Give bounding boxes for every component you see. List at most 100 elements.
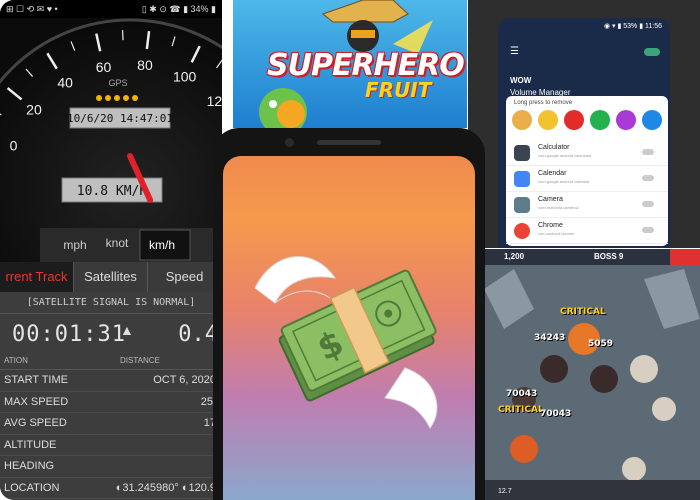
- gauge-label: 40: [57, 74, 73, 90]
- damage-number: CRITICAL: [560, 307, 606, 317]
- quick-app-icons: [512, 110, 662, 130]
- skill-level: 12.7: [498, 488, 512, 495]
- gauge-label: 60: [96, 59, 112, 75]
- app-toggle[interactable]: [642, 227, 654, 233]
- damage-number: 34243: [534, 333, 566, 343]
- gauge-label: 80: [137, 57, 153, 73]
- chrome-icon: [514, 223, 530, 239]
- calendar-icon: [514, 171, 530, 187]
- app-title: WOW: [510, 76, 532, 85]
- status-bar: ◉ ▾ ▮ 53% ▮ 11:56: [498, 18, 670, 36]
- calculator-icon: [514, 145, 530, 161]
- stat-label: START TIME: [4, 374, 68, 386]
- app-name: Calculator: [538, 144, 570, 151]
- distance-icon: ▲: [120, 322, 134, 338]
- stat-row-altitude: ALTITUDE: [0, 435, 222, 456]
- camera-icon: [514, 197, 530, 213]
- gauge-label: 100: [173, 69, 197, 85]
- stat-label: LOCATION: [4, 481, 60, 494]
- status-bar: ⊞ ☐ ⟲ ✉ ♥ • ▯ ✱ ⊙ ☎ ▮ 34% ▮: [0, 0, 222, 18]
- damage-number: 70043: [506, 389, 538, 399]
- list-item[interactable]: Calculator com.google.android.calculator: [506, 140, 668, 166]
- game-subtitle: FRUIT: [365, 78, 432, 102]
- track-details: [SATELLITE SIGNAL IS NORMAL] 00:01:31 AT…: [0, 292, 222, 500]
- battle-game-screenshot: 1,200 BOSS 9 CRITICAL 34243 5059 70043 C…: [484, 249, 700, 500]
- volume-manager-screenshot: ◉ ▾ ▮ 53% ▮ 11:56 ☰ WOW Volume Manager L…: [468, 0, 700, 248]
- stat-row-heading: HEADING: [0, 456, 222, 478]
- long-press-hint: Long press to remove: [514, 100, 573, 106]
- status-right: ▯ ✱ ⊙ ☎ ▮ 34% ▮: [141, 4, 216, 14]
- app-name: Calendar: [538, 170, 567, 177]
- youtube-icon[interactable]: [564, 110, 584, 130]
- speedometer-app-screenshot: ⊞ ☐ ⟲ ✉ ♥ • ▯ ✱ ⊙ ☎ ▮ 34% ▮ 0 20 40 60 80 100…: [0, 0, 222, 500]
- superhero-fruit-banner: SUPERHERO FRUIT: [233, 0, 467, 128]
- skill-bar: 12.7: [484, 480, 700, 500]
- distance-caption: DISTANCE: [120, 356, 160, 365]
- game-hud: 1,200 BOSS 9: [484, 249, 700, 265]
- master-toggle[interactable]: [644, 48, 660, 56]
- app-package: com.google.android.calendar: [538, 179, 590, 184]
- stat-label: AVG SPEED: [4, 417, 67, 429]
- gauge-label: 20: [26, 102, 42, 118]
- speedometer-gauge: 020406080100120140160180200220240260 GPS…: [0, 18, 222, 262]
- signal-status: [SATELLITE SIGNAL IS NORMAL]: [0, 292, 222, 314]
- music-icon[interactable]: [616, 110, 636, 130]
- app-toggle[interactable]: [642, 149, 654, 155]
- gauge-label: 0: [10, 138, 18, 154]
- app-name: Chrome: [538, 222, 563, 229]
- level-indicator: [670, 249, 700, 265]
- app-name: Camera: [538, 196, 563, 203]
- status-left: ⊞ ☐ ⟲ ✉ ♥ •: [6, 4, 58, 14]
- list-item[interactable]: Chrome com.android.chrome: [506, 218, 668, 244]
- play-icon[interactable]: [642, 110, 662, 130]
- speed-readout: 10.8 KM/H: [77, 184, 147, 199]
- app-shortcut-icon[interactable]: [538, 110, 558, 130]
- gps-label: GPS: [108, 78, 127, 88]
- gauge-label: 120: [207, 93, 222, 109]
- damage-number: CRITICAL: [498, 405, 544, 415]
- app-package: com.motorola.camera2: [538, 205, 579, 210]
- stat-value: OCT 6, 2020: [153, 374, 216, 386]
- track-summary: 00:01:31 ATION ▲ 0.4 DISTANCE: [0, 314, 222, 370]
- unit-knot[interactable]: knot: [106, 236, 129, 250]
- unit-mph[interactable]: mph: [63, 238, 86, 252]
- menu-icon[interactable]: ☰: [510, 46, 519, 57]
- app-list-card: Long press to remove Calculator com.goog…: [506, 96, 668, 246]
- stat-label: MAX SPEED: [4, 395, 69, 408]
- damage-number: 5059: [588, 339, 614, 349]
- app-icon-screen: $: [223, 156, 475, 500]
- duration-caption: ATION: [4, 356, 28, 365]
- list-item[interactable]: Camera com.motorola.camera2: [506, 192, 668, 218]
- app-shortcut-icon[interactable]: [512, 110, 532, 130]
- datetime-text: 10/6/20 14:47:01: [67, 112, 173, 125]
- boss-level: BOSS 9: [594, 252, 624, 261]
- damage-number: 70043: [540, 409, 572, 419]
- stat-label: ALTITUDE: [4, 438, 57, 451]
- app-package: com.android.chrome: [538, 231, 575, 236]
- app-toggle[interactable]: [642, 175, 654, 181]
- stat-label: HEADING: [4, 460, 55, 472]
- list-item[interactable]: Calendar com.google.android.calendar: [506, 166, 668, 192]
- app-list: Calculator com.google.android.calculator…: [506, 140, 668, 244]
- gem-count: 1,200: [504, 252, 525, 261]
- phone-mockup: $: [213, 128, 485, 500]
- app-toggle[interactable]: [642, 201, 654, 207]
- tab-satellites[interactable]: Satellites: [74, 262, 148, 292]
- front-camera: [285, 138, 294, 147]
- duration-value: 00:01:31: [12, 322, 126, 347]
- stat-row-avg-speed: AVG SPEED 17: [0, 413, 222, 435]
- unit-kmh[interactable]: km/h: [149, 238, 175, 252]
- app-collage: ⊞ ☐ ⟲ ✉ ♥ • ▯ ✱ ⊙ ☎ ▮ 34% ▮ 0 20 40 60 80 100…: [0, 0, 700, 500]
- stat-row-location: LOCATION ◐31.245980° ◐120.9: [0, 478, 222, 499]
- whatsapp-icon[interactable]: [590, 110, 610, 130]
- speedometer-tabs: rrent Track Satellites Speed: [0, 262, 222, 292]
- stat-value: ◐31.245980° ◐120.9: [115, 481, 216, 494]
- battle-scene-art: [484, 249, 700, 500]
- tab-speed[interactable]: Speed: [148, 262, 222, 292]
- money-with-wings-icon: $: [254, 256, 438, 429]
- stat-row-start-time: START TIME OCT 6, 2020: [0, 370, 222, 392]
- tab-current-track[interactable]: rrent Track: [0, 262, 74, 292]
- phone-speaker: [317, 140, 381, 145]
- stat-row-max-speed: MAX SPEED 25.: [0, 392, 222, 413]
- gauge-bezel: [0, 18, 222, 262]
